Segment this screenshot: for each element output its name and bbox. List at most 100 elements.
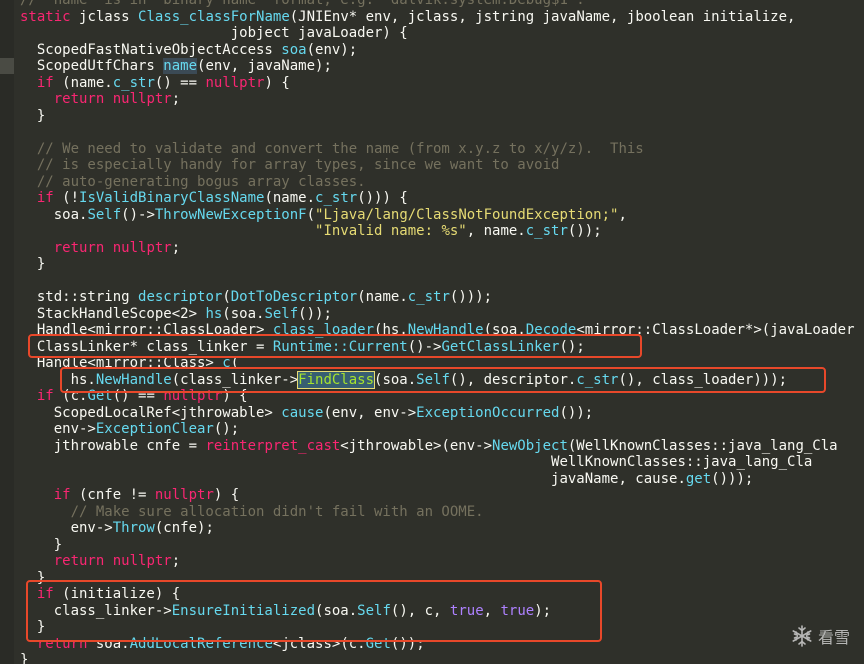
keyword: nullptr xyxy=(104,553,172,569)
code-line: return nullptr; xyxy=(20,240,180,257)
identifier: c_str xyxy=(315,190,358,206)
code-text: ()-> xyxy=(121,206,155,223)
code-text: javaName, cause. xyxy=(20,470,686,487)
code-text: ScopedUtfChars xyxy=(20,58,164,74)
code-text: , name. xyxy=(466,223,526,239)
keyword: if xyxy=(20,388,54,404)
string-literal: "Ljava/lang/ClassNotFoundException;" xyxy=(315,206,619,223)
string-literal: "Invalid name: %s" xyxy=(315,223,467,239)
identifier: Decode xyxy=(525,322,577,338)
code-text: ; xyxy=(171,553,181,569)
comment: // auto-generating bogus array classes. xyxy=(20,173,366,190)
code-text: ScopedFastNativeObjectAccess xyxy=(20,41,282,58)
keyword: nullptr xyxy=(104,91,172,107)
identifier: DotToDescriptor xyxy=(230,289,358,305)
code-text: std::string xyxy=(20,289,139,305)
code-text: hs. xyxy=(20,371,96,388)
code-text: ); xyxy=(534,602,552,619)
keyword: nullptr xyxy=(154,487,214,503)
comment: // is especially handy for array types, … xyxy=(20,157,560,173)
code-text: () == xyxy=(112,388,164,404)
code-line: javaName, cause.get())); xyxy=(20,471,753,488)
identifier: Throw xyxy=(112,520,155,536)
code-text: ())); xyxy=(711,470,754,487)
keyword: nullptr xyxy=(163,388,223,404)
code-text: soa. xyxy=(87,635,130,652)
code-line: if (cnfe != nullptr) { xyxy=(20,487,239,504)
keyword: if xyxy=(20,586,54,602)
code-text: soa. xyxy=(20,206,88,223)
keyword: if xyxy=(20,74,54,91)
code-text: ( xyxy=(222,289,231,305)
code-text: (cnfe); xyxy=(154,520,214,536)
snowflake-icon xyxy=(790,624,814,648)
identifier: hs xyxy=(205,305,223,322)
identifier: AddLocalReference xyxy=(129,635,273,652)
code-line: return soa.AddLocalReference<jclass>(c.G… xyxy=(20,636,425,653)
code-line: // is especially handy for array types, … xyxy=(20,157,560,174)
code-line: if (c.Get() == nullptr) { xyxy=(20,388,248,405)
identifier: Runtime::Current xyxy=(272,338,408,355)
keyword: return xyxy=(20,635,88,652)
code-text: jthrowable cnfe = xyxy=(20,437,206,454)
keyword: return xyxy=(20,553,105,569)
code-line: Handle<mirror::ClassLoader> class_loader… xyxy=(20,322,855,339)
identifier: cause xyxy=(281,404,324,421)
code-text: env-> xyxy=(20,421,96,437)
identifier: EnsureInitialized xyxy=(171,602,316,619)
comment: // name is in binary name format, e.g. d… xyxy=(20,0,585,8)
identifier: get xyxy=(685,470,712,487)
code-line: if (name.c_str() == nullptr) { xyxy=(20,75,290,92)
code-text: } xyxy=(20,569,46,586)
code-text: (), class_loader))); xyxy=(618,371,788,388)
code-text: ( xyxy=(306,206,316,223)
code-line: // name is in binary name format, e.g. d… xyxy=(20,0,585,9)
code-text: ; xyxy=(171,239,181,256)
code-text: (name. xyxy=(357,289,408,305)
code-text: <jclass>(c. xyxy=(272,635,366,652)
code-line: // auto-generating bogus array classes. xyxy=(20,174,366,191)
identifier: c_str xyxy=(112,74,155,91)
code-text: ScopedLocalRef<jthrowable> xyxy=(20,404,282,421)
code-line: if (!IsValidBinaryClassName(name.c_str()… xyxy=(20,190,408,207)
code-text: ClassLinker* class_linker = xyxy=(20,338,273,355)
code-text: StackHandleScope<2> xyxy=(20,305,206,322)
identifier: ExceptionOccurred xyxy=(416,404,560,421)
code-text: (c. xyxy=(53,388,88,404)
code-text: (soa. xyxy=(315,602,358,619)
code-text: } xyxy=(20,619,46,635)
code-text: ) { xyxy=(222,388,248,404)
keyword: static xyxy=(20,8,71,25)
boolean-literal: true xyxy=(449,602,484,619)
code-text: <jthrowable>(env-> xyxy=(340,437,493,454)
code-editor[interactable]: // name is in binary name format, e.g. d… xyxy=(0,0,864,664)
code-text: WellKnownClasses::java_lang_Cla xyxy=(20,454,813,470)
keyword: return xyxy=(20,239,105,256)
code-line: ScopedFastNativeObjectAccess soa(env); xyxy=(20,42,357,59)
code-text: Handle<mirror::ClassLoader> xyxy=(20,322,273,338)
code-line: env->ExceptionClear(); xyxy=(20,421,239,438)
code-text: (), descriptor. xyxy=(449,371,577,388)
code-line: env->Throw(cnfe); xyxy=(20,520,214,537)
code-text: , xyxy=(618,206,627,223)
comment: // Make sure allocation didn't fail with… xyxy=(20,503,484,520)
code-text: (name. xyxy=(264,190,316,206)
keyword: return xyxy=(20,91,105,107)
code-text: ) { xyxy=(264,74,290,91)
code-line: "Invalid name: %s", name.c_str()); xyxy=(20,223,602,240)
code-text: (hs. xyxy=(374,322,408,338)
code-text: (env, javaName); xyxy=(197,58,332,74)
code-text: (soa. xyxy=(483,322,526,338)
code-line: jthrowable cnfe = reinterpret_cast<jthro… xyxy=(20,438,838,455)
code-line: Handle<mirror::Class> c( xyxy=(20,355,239,372)
code-line: jobject javaLoader) { xyxy=(20,25,408,42)
search-highlight-findclass[interactable]: FindClass xyxy=(297,370,376,389)
keyword: if xyxy=(20,190,54,206)
code-text: (initialize) { xyxy=(53,586,181,602)
identifier: NewObject xyxy=(492,437,568,454)
identifier: name xyxy=(163,58,198,74)
code-text: () == xyxy=(154,74,206,91)
identifier: Self xyxy=(357,602,391,619)
code-line: } xyxy=(20,619,45,636)
code-text: ()); xyxy=(559,404,594,421)
